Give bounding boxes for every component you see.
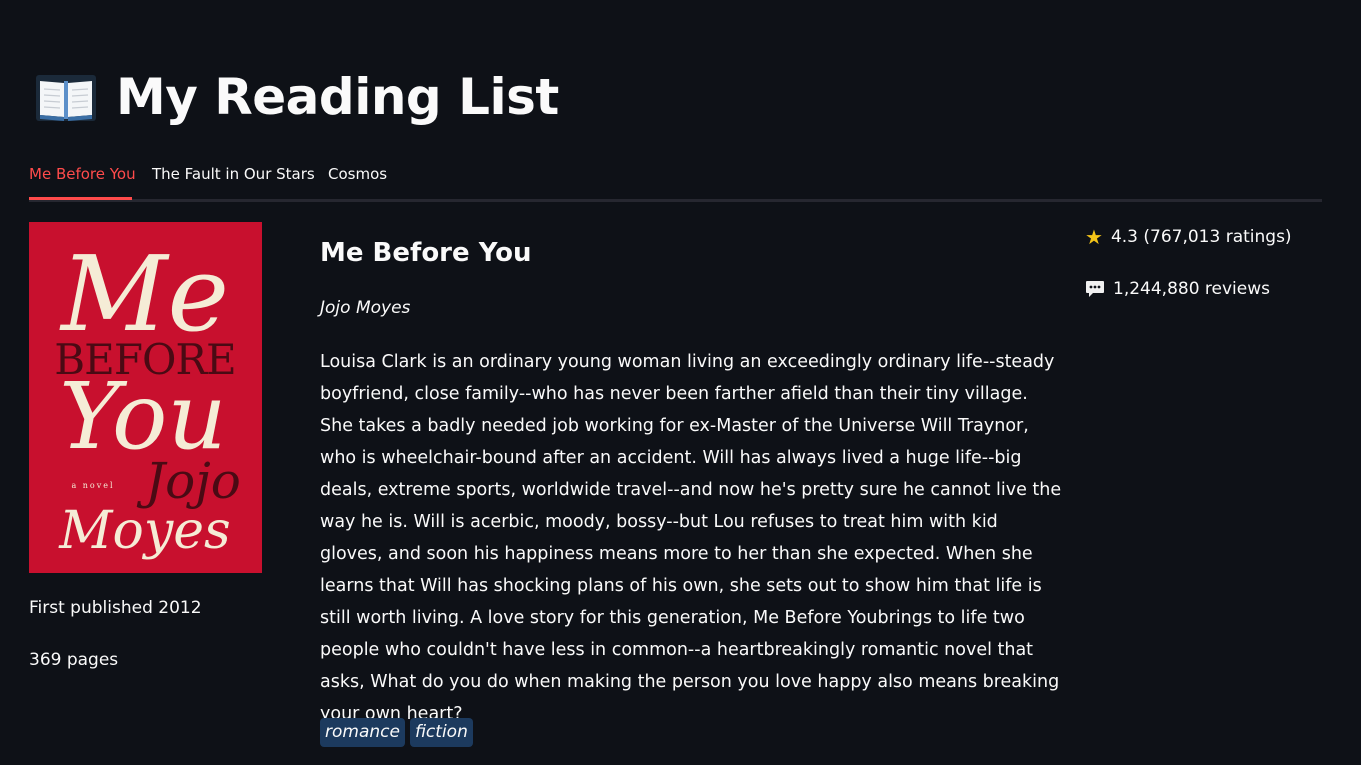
reviews-text: 1,244,880 reviews <box>1113 279 1271 299</box>
tab-me-before-you[interactable]: Me Before You <box>29 154 136 199</box>
reviews-stat: 1,244,880 reviews <box>1085 279 1270 299</box>
book-cover-art: Me BEFORE You a novel Jojo Moyes <box>29 222 262 573</box>
page-title: My Reading List <box>116 68 559 126</box>
tab-the-fault-in-our-stars[interactable]: The Fault in Our Stars <box>152 154 315 199</box>
tab-bar: Me Before You The Fault in Our Stars Cos… <box>29 154 1322 202</box>
book-author: Jojo Moyes <box>320 298 411 318</box>
page-count: 369 pages <box>29 650 119 670</box>
app-root: My Reading List Me Before You The Fault … <box>0 0 1361 765</box>
tag-fiction: fiction <box>409 718 473 747</box>
active-tab-indicator <box>29 197 132 200</box>
rating-stat: ★ 4.3 (767,013 ratings) <box>1085 227 1292 247</box>
cover-subtitle: a novel <box>71 481 114 490</box>
rating-text: 4.3 (767,013 ratings) <box>1110 227 1292 247</box>
book-title: Me Before You <box>320 238 532 268</box>
tag-romance: romance <box>320 718 405 747</box>
book-description: Louisa Clark is an ordinary young woman … <box>320 352 1062 724</box>
genre-tags: romance fiction <box>320 718 473 747</box>
book-cover-image: Me BEFORE You a novel Jojo Moyes <box>29 222 262 573</box>
open-book-icon <box>36 75 96 121</box>
page-header: My Reading List <box>34 62 559 132</box>
speech-bubble-icon <box>1086 281 1104 297</box>
cover-author-last: Moyes <box>58 501 230 561</box>
tab-cosmos[interactable]: Cosmos <box>328 154 387 199</box>
star-icon: ★ <box>1085 225 1103 249</box>
first-published: First published 2012 <box>29 598 202 618</box>
